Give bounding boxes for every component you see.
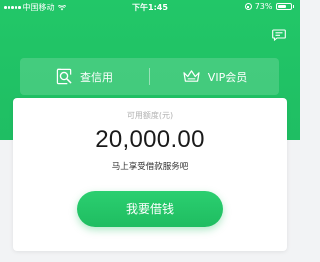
message-icon	[272, 29, 286, 42]
loan-card: 可用额度(元) 20,000.00 马上享受借款服务吧 我要借钱	[13, 98, 287, 251]
vip-member-label: VIP会员	[207, 70, 248, 84]
battery-fill	[277, 5, 287, 8]
app-screen: 中国移动 下午1:45 73% 查信用 VIP会员 可用额度(元) 20,000…	[0, 0, 300, 262]
status-right: 73%	[244, 2, 294, 11]
message-button[interactable]	[272, 26, 286, 42]
status-bar: 中国移动 下午1:45 73%	[0, 0, 300, 16]
vip-member-button[interactable]: VIP会员	[150, 58, 279, 95]
loan-slogan: 马上享受借款服务吧	[111, 162, 189, 172]
battery-cap	[292, 5, 294, 8]
borrow-money-button[interactable]: 我要借钱	[77, 191, 223, 227]
vip-crown-icon	[183, 70, 200, 82]
battery-percent: 73%	[254, 2, 273, 11]
credit-limit-label: 可用额度(元)	[126, 111, 174, 120]
battery-icon	[275, 3, 292, 10]
credit-limit-amount: 20,000.00	[95, 126, 205, 153]
check-credit-button[interactable]: 查信用	[20, 58, 149, 95]
rotation-lock-icon	[244, 3, 252, 10]
feature-bar: 查信用 VIP会员	[20, 58, 279, 95]
check-credit-label: 查信用	[80, 70, 113, 84]
credit-search-icon	[56, 68, 72, 85]
